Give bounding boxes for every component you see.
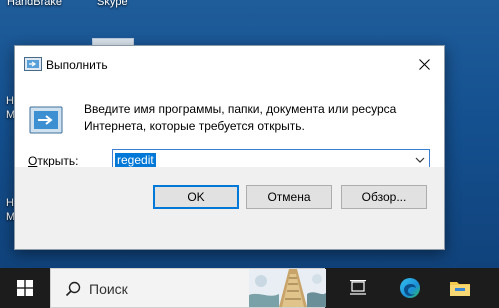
open-label: Открыть: [28, 154, 79, 168]
task-view-button[interactable] [334, 268, 382, 308]
edge-icon [400, 278, 420, 298]
cancel-button[interactable]: Отмена [246, 185, 332, 209]
desktop-icon-label-handbrake[interactable]: HandBrake [7, 0, 62, 8]
search-placeholder: Поиск [89, 281, 128, 297]
taskbar: Поиск [0, 268, 499, 308]
search-icon [65, 281, 81, 297]
file-explorer-icon [450, 282, 470, 296]
dialog-title: Выполнить [46, 58, 108, 72]
windows-start-icon [17, 280, 33, 296]
dialog-description: Введите имя программы, папки, документа … [84, 102, 397, 133]
close-icon [418, 58, 430, 70]
close-button[interactable] [404, 46, 444, 82]
ok-button[interactable]: OK [153, 185, 239, 209]
file-explorer-button[interactable] [436, 268, 484, 308]
dialog-footer: OK Отмена Обзор... [15, 167, 444, 249]
task-view-icon [350, 280, 366, 295]
browse-button[interactable]: Обзор... [341, 185, 427, 209]
chevron-down-icon[interactable] [414, 154, 426, 166]
run-large-icon [29, 106, 63, 134]
desktop-icon-label-partial[interactable]: H [6, 95, 14, 107]
run-icon [24, 57, 42, 71]
search-highlight-image [249, 269, 326, 307]
dialog-titlebar[interactable]: Выполнить [15, 46, 444, 82]
run-dialog: Выполнить Введите имя программы, папки, … [14, 45, 445, 250]
desktop-icon-label-partial[interactable]: H [6, 197, 14, 209]
start-button[interactable] [0, 268, 50, 308]
edge-button[interactable] [386, 268, 434, 308]
open-input-value[interactable]: regedit [115, 153, 156, 168]
desktop-icon-label-skype[interactable]: Skype [97, 0, 128, 8]
taskbar-search-box[interactable]: Поиск [50, 268, 326, 308]
